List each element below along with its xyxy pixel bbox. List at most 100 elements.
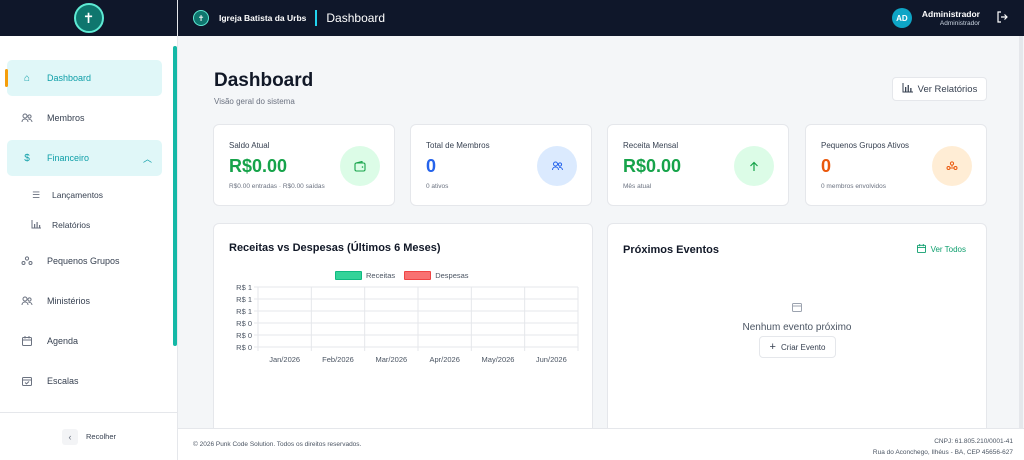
- x-tick-label: May/2026: [482, 355, 515, 364]
- sidebar-logo: ✝: [0, 0, 177, 36]
- dollar-icon: $: [24, 152, 30, 164]
- card-value: R$0.00: [623, 156, 682, 176]
- y-tick-label: R$ 0: [236, 343, 252, 352]
- sidebar-item-label: Agenda: [47, 336, 79, 346]
- sidebar-nav: ⌂ Dashboard Membros $ Financeiro ︿ ☰ Lan…: [0, 44, 178, 410]
- footer-copyright: © 2026 Punk Code Solution. Todos os dire…: [193, 441, 362, 448]
- y-tick-label: R$ 1: [236, 295, 252, 304]
- page-subtitle: Visão geral do sistema: [214, 97, 295, 106]
- card-value: 0: [821, 156, 832, 176]
- users-icon: [537, 146, 577, 186]
- chart-panel: Receitas vs Despesas (Últimos 6 Meses) R…: [213, 223, 593, 443]
- create-event-label: Criar Evento: [780, 342, 826, 352]
- x-tick-label: Jan/2026: [269, 355, 300, 364]
- header-page-title: Dashboard: [326, 11, 386, 25]
- card-note: R$0.00 entradas · R$0.00 saídas: [229, 183, 325, 190]
- view-all-events-link[interactable]: Ver Todos: [916, 244, 966, 255]
- card-label: Saldo Atual: [229, 141, 270, 150]
- user-role: Administrador: [939, 20, 980, 27]
- groups-icon: [932, 146, 972, 186]
- list-icon: ☰: [31, 189, 41, 200]
- sidebar-item-financeiro[interactable]: $ Financeiro ︿: [7, 140, 162, 176]
- events-panel: Próximos Eventos Ver Todos Nenhum evento…: [607, 223, 987, 443]
- calendar-icon: [21, 335, 33, 347]
- sidebar: ✝ ⌂ Dashboard Membros $ Financeiro ︿ ☰ L…: [0, 0, 178, 460]
- sidebar-item-label: Membros: [47, 113, 85, 123]
- x-tick-label: Apr/2026: [429, 355, 459, 364]
- footer-company-info: CNPJ: 61.805.210/0001-41 Rua do Aconcheg…: [873, 436, 1013, 458]
- view-reports-label: Ver Relatórios: [917, 83, 978, 95]
- calendar-icon: [916, 244, 926, 255]
- home-icon: ⌂: [23, 72, 31, 84]
- card-pequenos-grupos: Pequenos Grupos Ativos 0 0 membros envol…: [805, 124, 987, 206]
- card-label: Pequenos Grupos Ativos: [821, 141, 910, 150]
- y-tick-label: R$ 1: [236, 283, 252, 292]
- x-tick-label: Feb/2026: [322, 355, 354, 364]
- no-events-message: Nenhum evento próximo: [742, 322, 852, 333]
- y-tick-label: R$ 0: [236, 331, 252, 340]
- sidebar-subitem-label: Lançamentos: [52, 190, 104, 200]
- footer-address: Rua do Aconchego, Ilhéus - BA, CEP 45656…: [872, 449, 1013, 456]
- header-divider: [315, 10, 318, 26]
- sidebar-item-dashboard[interactable]: ⌂ Dashboard: [5, 60, 162, 96]
- card-note: 0 ativos: [426, 183, 449, 190]
- card-note: Mês atual: [623, 183, 652, 190]
- card-total-membros: Total de Membros 0 0 ativos: [410, 124, 592, 206]
- footer-cnpj: CNPJ: 61.805.210/0001-41: [934, 438, 1013, 445]
- calendar-check-icon: [21, 375, 33, 387]
- sidebar-item-pequenos-grupos[interactable]: Pequenos Grupos: [7, 243, 162, 279]
- users-icon: [21, 112, 33, 124]
- card-label: Receita Mensal: [623, 141, 679, 150]
- bar-chart-icon: [30, 219, 42, 231]
- card-saldo-atual: Saldo Atual R$0.00 R$0.00 entradas · R$0…: [213, 124, 395, 206]
- avatar[interactable]: AD: [891, 8, 912, 28]
- top-header: ✝ Igreja Batista da Urbs Dashboard AD Ad…: [178, 0, 1024, 36]
- chart-plot: R$ 1 R$ 1 R$ 1 R$ 0 R$ 0 R$ 0 Jan/2026 Feb/2026…: [236, 283, 579, 364]
- x-tick-label: Jun/2026: [536, 355, 567, 364]
- users-icon: [21, 295, 33, 307]
- user-name: Administrador: [921, 9, 980, 19]
- sidebar-subitem-label: Relatórios: [52, 220, 91, 230]
- card-label: Total de Membros: [426, 141, 490, 150]
- y-tick-label: R$ 0: [236, 319, 252, 328]
- sidebar-item-escalas[interactable]: Escalas: [7, 363, 162, 399]
- church-logo-icon: ✝: [73, 3, 104, 33]
- card-note: 0 membros envolvidos: [821, 183, 887, 190]
- sidebar-subitem-relatorios[interactable]: Relatórios: [30, 215, 90, 235]
- page-footer: © 2026 Punk Code Solution. Todos os dire…: [178, 428, 1024, 460]
- card-receita-mensal: Receita Mensal R$0.00 Mês atual: [607, 124, 789, 206]
- plus-icon: +: [769, 341, 776, 353]
- card-value: R$0.00: [229, 156, 288, 176]
- groups-icon: [21, 255, 33, 267]
- y-tick-label: R$ 1: [236, 307, 252, 316]
- card-value: 0: [426, 156, 437, 176]
- sidebar-subitem-lancamentos[interactable]: ☰ Lançamentos: [30, 185, 103, 205]
- sidebar-item-ministerios[interactable]: Ministérios: [7, 283, 162, 319]
- create-event-button[interactable]: + Criar Evento: [759, 336, 836, 358]
- user-info: Administrador Administrador: [922, 9, 980, 27]
- sidebar-item-label: Financeiro: [47, 153, 90, 163]
- sidebar-item-membros[interactable]: Membros: [7, 100, 162, 136]
- sidebar-scrollbar[interactable]: [173, 46, 177, 346]
- view-all-label: Ver Todos: [930, 245, 966, 254]
- sidebar-item-label: Dashboard: [47, 73, 92, 83]
- events-title: Próximos Eventos: [623, 244, 719, 256]
- collapse-label: Recolher: [85, 432, 116, 441]
- sidebar-item-label: Pequenos Grupos: [47, 256, 120, 266]
- sidebar-item-label: Ministérios: [47, 296, 91, 306]
- view-reports-button[interactable]: Ver Relatórios: [892, 77, 987, 101]
- arrow-up-icon: [734, 146, 774, 186]
- chevron-left-icon: ‹: [61, 428, 78, 445]
- calendar-empty-icon: [792, 302, 802, 315]
- collapse-sidebar-button[interactable]: ‹ Recolher: [61, 428, 116, 445]
- user-menu: AD Administrador Administrador: [891, 0, 1008, 36]
- church-name: Igreja Batista da Urbs: [219, 13, 307, 23]
- x-tick-label: Mar/2026: [375, 355, 407, 364]
- wallet-icon: [340, 146, 380, 186]
- church-logo-icon: ✝: [193, 10, 209, 26]
- main-scrollbar[interactable]: [1019, 36, 1023, 428]
- bar-chart-icon: [902, 82, 913, 96]
- chevron-up-icon: ︿: [142, 153, 152, 164]
- sidebar-item-agenda[interactable]: Agenda: [7, 323, 162, 359]
- logout-icon[interactable]: [996, 10, 1008, 26]
